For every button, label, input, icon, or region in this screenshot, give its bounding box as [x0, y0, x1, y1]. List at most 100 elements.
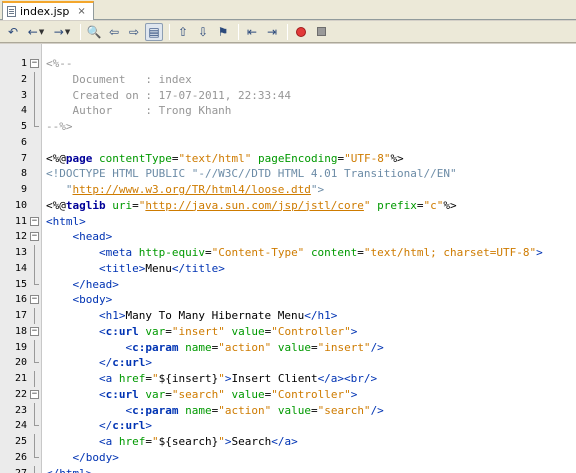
start-macro-icon[interactable] — [292, 23, 310, 41]
code-line[interactable]: 13 <meta http-equiv="Content-Type" conte… — [0, 245, 576, 261]
fold-end-guide — [34, 465, 39, 473]
code-token: c:url — [112, 419, 146, 433]
code-token: > — [536, 246, 543, 259]
line-number: 11 — [14, 215, 27, 227]
code-line[interactable]: 8 <!DOCTYPE HTML PUBLIC "-//W3C//DTD HTML… — [0, 166, 576, 182]
code-text: <body> — [46, 292, 113, 308]
fold-end-guide — [34, 276, 39, 285]
code-line[interactable]: 15 </head> — [0, 276, 576, 293]
line-number: 24 — [14, 420, 27, 432]
code-line[interactable]: 16− <body> — [0, 292, 576, 308]
fold-toggle-icon[interactable]: − — [30, 389, 39, 399]
code-line[interactable]: 19 <c:param name="action" value="insert"… — [0, 339, 576, 356]
find-prev-icon[interactable]: ⇦ — [105, 23, 123, 41]
code-line[interactable]: 5 --%> — [0, 119, 576, 135]
tab-index-jsp[interactable]: index.jsp × — [2, 1, 94, 20]
code-token: <head> — [72, 230, 113, 244]
fold-toggle-icon[interactable]: − — [30, 59, 39, 68]
code-line[interactable]: 14 <title>Menu</title> — [0, 260, 576, 277]
close-icon[interactable]: × — [77, 6, 85, 17]
code-text: Author : Trong Khanh — [46, 103, 231, 119]
code-token: page — [65, 151, 93, 165]
last-edit-icon[interactable]: ↶ — [4, 23, 22, 41]
editor-toolbar: ↶ ← ▼ → ▼ 🔍 ⇦ ⇨ ▤ ⇧ ⇩ ⚑ ⇤ ⇥ — [0, 21, 576, 43]
code-line[interactable]: 23 <c:param name="action" value="search"… — [0, 402, 576, 419]
code-token: </a> — [271, 435, 298, 448]
find-next-icon[interactable]: ⇨ — [125, 23, 143, 41]
fold-guide — [34, 71, 35, 88]
code-line[interactable]: 27 </html> — [0, 465, 576, 473]
code-line[interactable]: 3 Created on : 17-07-2011, 22:33:44 — [0, 87, 576, 104]
fold-toggle-icon[interactable]: − — [30, 232, 39, 242]
code-token: < — [98, 324, 106, 338]
code-line[interactable]: 10 <%@taglib uri="http://java.sun.com/jsp… — [0, 198, 576, 214]
code-line[interactable]: 26 </body> — [0, 449, 576, 466]
code-line[interactable]: 11− <html> — [0, 214, 576, 230]
code-line[interactable]: 17 <h1>Many To Many Hibernate Menu</h1> — [0, 308, 576, 324]
fold-guide — [34, 260, 35, 277]
code-token: < — [98, 387, 106, 401]
code-line[interactable]: 24 </c:url> — [0, 418, 576, 434]
toggle-bookmark-icon[interactable]: ⚑ — [214, 23, 232, 41]
prev-bookmark-icon[interactable]: ⇧ — [174, 23, 192, 41]
line-number: 2 — [20, 73, 27, 85]
code-token: <h1> — [98, 309, 126, 322]
code-token: <!DOCTYPE HTML PUBLIC "-//W3C//DTD HTML … — [46, 167, 457, 181]
fold-toggle-icon[interactable]: − — [30, 216, 39, 226]
forward-icon[interactable]: → ▼ — [50, 23, 74, 41]
code-token: value — [231, 324, 265, 338]
code-token: var — [145, 387, 166, 401]
code-token: Insert Client — [231, 372, 318, 385]
code-token: Search — [231, 435, 272, 448]
code-line[interactable]: 22− <c:url var="search" value="Controlle… — [0, 387, 576, 403]
code-line[interactable]: 1− <%-- — [0, 56, 576, 72]
code-token: <title> — [98, 261, 146, 275]
code-text: <a href="${search}">Search</a> — [46, 434, 298, 450]
code-token: content — [310, 246, 358, 259]
code-token: "insert" — [317, 340, 371, 354]
code-text: <c:param name="action" value="search"/> — [46, 403, 383, 419]
code-token: "search" — [171, 387, 225, 401]
back-icon[interactable]: ← ▼ — [24, 23, 48, 41]
code-token: http://java.sun.com/jsp/jstl/core — [145, 198, 364, 212]
code-token: </body> — [72, 450, 119, 464]
code-line[interactable]: 18− <c:url var="insert" value="Controlle… — [0, 324, 576, 340]
line-number: 22 — [14, 388, 27, 400]
code-editor[interactable]: 1− <%-- 2 Document : index 3 Created on : 1… — [0, 44, 576, 473]
code-line[interactable]: 25 <a href="${search}">Search</a> — [0, 434, 576, 450]
shift-left-icon[interactable]: ⇤ — [243, 23, 261, 41]
code-token: "UTF-8" — [344, 151, 391, 165]
code-line[interactable]: 2 Document : index — [0, 71, 576, 88]
fold-guide — [34, 371, 35, 387]
code-line[interactable]: 12− <head> — [0, 229, 576, 245]
stop-macro-icon[interactable] — [312, 23, 330, 41]
code-line[interactable]: 7 <%@page contentType="text/html" pageEnc… — [0, 151, 576, 167]
code-token: prefix — [377, 198, 417, 212]
fold-toggle-icon[interactable]: − — [30, 295, 39, 305]
code-line[interactable]: 4 Author : Trong Khanh — [0, 103, 576, 119]
fold-toggle-icon[interactable]: − — [30, 326, 39, 336]
fold-end-guide — [34, 449, 39, 458]
code-line[interactable]: 20 </c:url> — [0, 355, 576, 371]
fold-guide — [34, 434, 35, 450]
next-bookmark-icon[interactable]: ⇩ — [194, 23, 212, 41]
code-line[interactable]: 9 "http://www.w3.org/TR/html4/loose.dtd"… — [0, 182, 576, 198]
code-line[interactable]: 6 — [0, 135, 576, 151]
code-token: c:url — [105, 387, 139, 401]
code-token: = — [145, 372, 152, 385]
find-icon[interactable]: 🔍 — [85, 23, 103, 41]
code-token: value — [231, 387, 265, 401]
toggle-highlight-icon[interactable]: ▤ — [145, 22, 163, 41]
code-token: </title> — [171, 261, 225, 275]
code-token: <%-- — [46, 57, 73, 70]
code-line[interactable]: 21 <a href="${insert}">Insert Client</a>… — [0, 371, 576, 387]
code-text: Created on : 17-07-2011, 22:33:44 — [46, 88, 291, 104]
shift-right-icon[interactable]: ⇥ — [263, 23, 281, 41]
code-token: "search" — [317, 403, 371, 417]
fold-end-guide — [34, 119, 39, 127]
code-lines: 1− <%-- 2 Document : index 3 Created on : 1… — [0, 56, 576, 473]
